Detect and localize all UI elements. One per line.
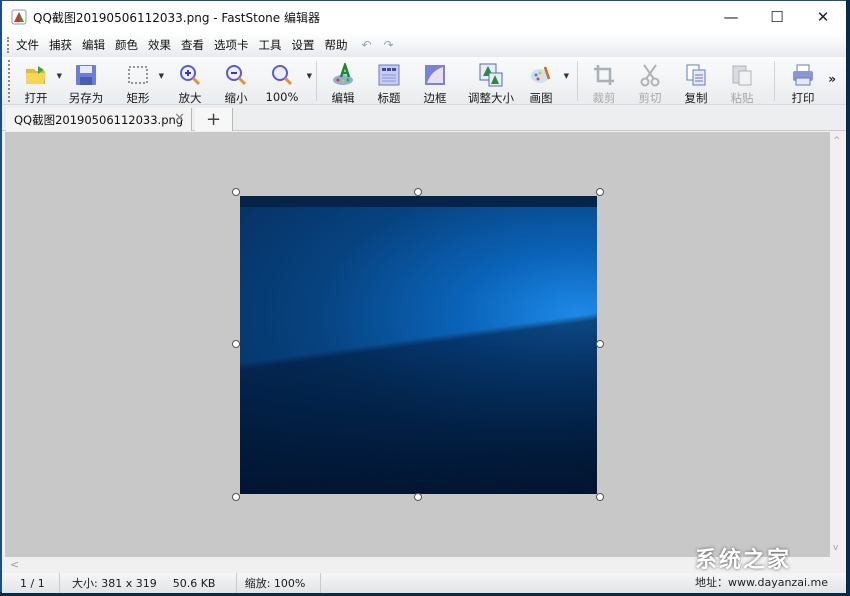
app-icon: [11, 9, 27, 25]
faststone-editor-window: QQ截图20190506112033.png - FastStone 编辑器 —…: [0, 0, 846, 593]
scroll-down-icon[interactable]: v: [833, 543, 838, 553]
copy-icon: [684, 63, 708, 87]
resize-handle-bottom-left[interactable]: [232, 493, 240, 501]
scissors-icon: [638, 63, 662, 87]
undo-icon[interactable]: ↶: [362, 38, 372, 52]
paste-button[interactable]: 粘贴: [722, 57, 762, 105]
paint-button[interactable]: 画图 ▼: [521, 57, 569, 105]
edit-button[interactable]: 编辑: [323, 57, 363, 105]
save-floppy-icon: [74, 63, 98, 87]
scroll-left-icon[interactable]: <: [10, 558, 19, 571]
tab-document[interactable]: QQ截图20190506112033.png ✕: [6, 108, 192, 131]
menu-view[interactable]: 查看: [181, 37, 204, 53]
crop-button[interactable]: 裁剪: [584, 57, 624, 105]
menu-tools[interactable]: 工具: [259, 37, 282, 53]
plus-icon: +: [205, 109, 222, 130]
zoom-out-icon: [224, 63, 248, 87]
rectangle-select-icon: [126, 63, 150, 87]
toolbar-overflow-button[interactable]: »: [828, 72, 836, 86]
tab-bar: QQ截图20190506112033.png ✕ +: [2, 106, 846, 131]
rectangle-select-button[interactable]: 矩形 ▼: [118, 57, 164, 105]
zoom-in-icon: [178, 63, 202, 87]
status-zoom: 缩放: 100%: [237, 573, 321, 593]
edit-palette-icon: [331, 61, 355, 87]
zoom-in-button[interactable]: 放大: [170, 57, 210, 105]
toolbar-separator: [577, 61, 578, 101]
menu-file[interactable]: 文件: [16, 37, 39, 53]
caption-button[interactable]: 标题: [369, 57, 409, 105]
watermark: 系统之家 地址：www.dayanzai.me: [695, 542, 828, 590]
scroll-up-icon[interactable]: ^: [833, 136, 841, 146]
printer-icon: [791, 63, 815, 87]
status-page: 1 / 1: [2, 573, 60, 593]
resize-handle-top-right[interactable]: [596, 188, 604, 196]
menu-bar: 文件 捕获 编辑 颜色 效果 查看 选项卡 工具 设置 帮助 ↶ ↷: [2, 33, 846, 57]
status-dimensions: 大小: 381 x 319: [72, 577, 157, 590]
window-title: QQ截图20190506112033.png - FastStone 编辑器: [33, 10, 320, 25]
toolbar-grip[interactable]: [8, 60, 12, 102]
close-icon: ✕: [816, 8, 830, 26]
save-as-button[interactable]: 另存为: [66, 57, 106, 105]
crop-icon: [592, 63, 616, 87]
minimize-button[interactable]: —: [708, 1, 754, 33]
toolbar: 打开 ▼ 另存为 矩形 ▼ 放大 缩小 100% ▼ 编辑 标题 边框 调整大小…: [2, 57, 846, 105]
vertical-scrollbar[interactable]: ^ v: [830, 132, 846, 557]
tab-label: QQ截图20190506112033.png: [14, 112, 184, 127]
watermark-url: 地址：www.dayanzai.me: [695, 576, 828, 589]
menubar-grip[interactable]: [7, 37, 11, 53]
resize-icon: [479, 63, 503, 87]
title-bar: QQ截图20190506112033.png - FastStone 编辑器 —…: [2, 1, 846, 33]
redo-icon[interactable]: ↷: [384, 38, 394, 52]
menu-help[interactable]: 帮助: [325, 37, 348, 53]
border-button[interactable]: 边框: [415, 57, 455, 105]
resize-handle-bottom-right[interactable]: [596, 493, 604, 501]
paint-icon: [529, 63, 553, 87]
paint-dropdown-arrow[interactable]: ▼: [564, 72, 569, 80]
menu-settings[interactable]: 设置: [292, 37, 315, 53]
new-tab-button[interactable]: +: [195, 108, 233, 131]
watermark-logo: 系统之家: [695, 548, 792, 573]
rectangle-dropdown-arrow[interactable]: ▼: [159, 72, 164, 80]
minimize-icon: —: [723, 8, 739, 26]
toolbar-separator: [316, 61, 317, 101]
open-button[interactable]: 打开 ▼: [16, 57, 62, 105]
resize-button[interactable]: 调整大小: [463, 57, 519, 105]
resize-handle-top-left[interactable]: [232, 188, 240, 196]
open-dropdown-arrow[interactable]: ▼: [57, 72, 62, 80]
zoom-actual-icon: [270, 63, 294, 87]
menu-color[interactable]: 颜色: [115, 37, 138, 53]
caption-icon: [377, 63, 401, 87]
paste-icon: [730, 63, 754, 87]
resize-handle-left[interactable]: [232, 340, 240, 348]
zoom-dropdown-arrow[interactable]: ▼: [307, 72, 312, 80]
menu-capture[interactable]: 捕获: [49, 37, 72, 53]
copy-button[interactable]: 复制: [676, 57, 716, 105]
toolbar-separator: [774, 61, 775, 101]
close-button[interactable]: ✕: [800, 1, 846, 33]
zoom-out-button[interactable]: 缩小: [216, 57, 256, 105]
open-folder-icon: [24, 63, 48, 87]
resize-handle-right[interactable]: [596, 340, 604, 348]
cut-button[interactable]: 剪切: [630, 57, 670, 105]
zoom-100-button[interactable]: 100% ▼: [262, 57, 312, 105]
menu-tabs[interactable]: 选项卡: [214, 37, 249, 53]
menu-edit[interactable]: 编辑: [82, 37, 105, 53]
maximize-button[interactable]: ☐: [754, 1, 800, 33]
edited-image[interactable]: [240, 196, 597, 494]
status-filesize: 50.6 KB: [165, 573, 237, 593]
resize-handle-top[interactable]: [414, 188, 422, 196]
border-icon: [423, 63, 447, 87]
menu-effects[interactable]: 效果: [148, 37, 171, 53]
tab-close-icon[interactable]: ✕: [174, 111, 185, 126]
resize-handle-bottom[interactable]: [414, 493, 422, 501]
maximize-icon: ☐: [770, 8, 784, 26]
print-button[interactable]: 打印: [783, 57, 823, 105]
